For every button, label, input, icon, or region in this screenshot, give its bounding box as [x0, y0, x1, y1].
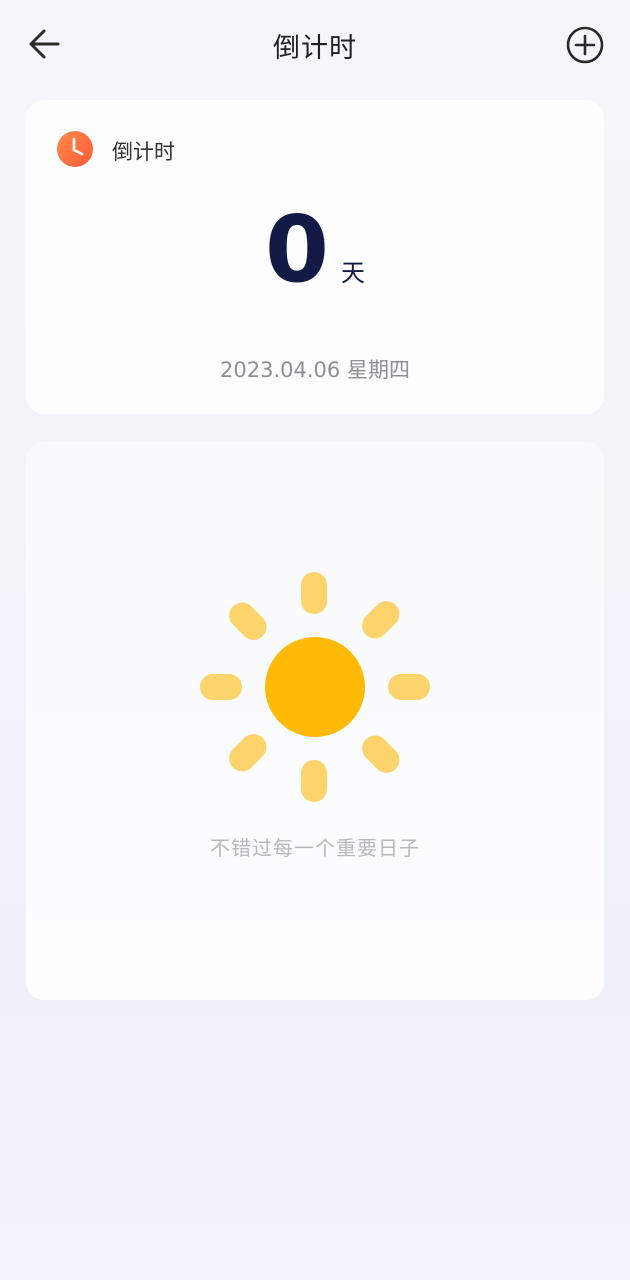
page-title: 倒计时	[273, 33, 357, 64]
countdown-label: 倒计时	[112, 140, 175, 164]
days-unit: 天	[341, 259, 365, 287]
days-count: 0	[264, 196, 329, 303]
sun-icon	[200, 572, 430, 802]
days-display: 0天	[26, 204, 604, 296]
plus-circle-icon	[566, 26, 604, 64]
empty-state-card: 不错过每一个重要日子	[26, 442, 604, 1000]
countdown-card[interactable]: 倒计时 0天 2023.04.06 星期四	[26, 100, 604, 414]
clock-icon	[57, 131, 93, 167]
add-countdown-button[interactable]	[564, 24, 606, 66]
empty-state-text: 不错过每一个重要日子	[210, 836, 420, 860]
top-bar: 倒计时	[0, 0, 630, 90]
target-date: 2023.04.06 星期四	[220, 358, 410, 382]
